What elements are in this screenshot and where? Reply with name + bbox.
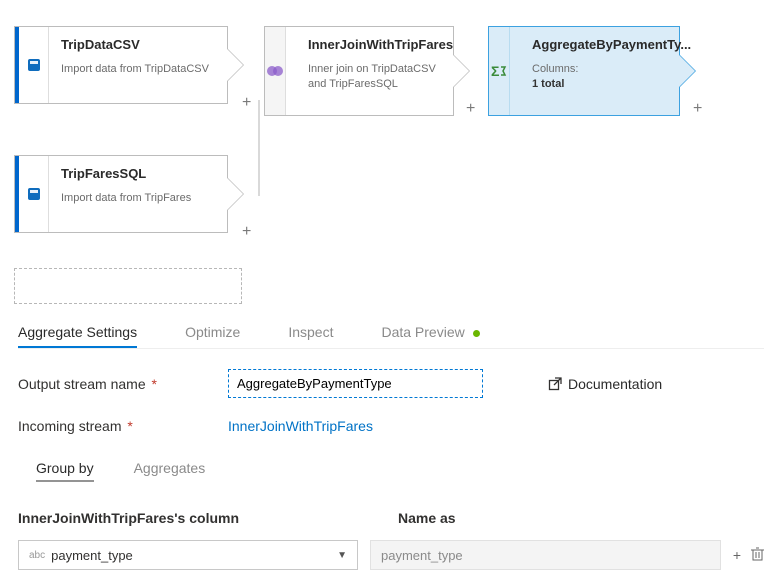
- add-branch-button[interactable]: +: [693, 100, 702, 118]
- source-icon: [15, 156, 49, 232]
- name-as-value: payment_type: [381, 548, 463, 563]
- node-tripdatacsv[interactable]: TripDataCSV Import data from TripDataCSV: [14, 26, 228, 104]
- external-link-icon: [548, 377, 562, 391]
- aggregate-icon: Σ: [489, 27, 510, 115]
- incoming-stream-label: Incoming stream *: [18, 418, 228, 434]
- arrow-right-icon: [679, 55, 695, 87]
- subtab-group-by[interactable]: Group by: [36, 456, 94, 482]
- config-panel: Aggregate Settings Optimize Inspect Data…: [18, 318, 764, 570]
- node-subtitle: Inner join on TripDataCSV and TripFaresS…: [308, 62, 453, 92]
- arrow-right-icon: [227, 178, 243, 210]
- subtab-aggregates[interactable]: Aggregates: [134, 456, 206, 482]
- node-subtitle: Import data from TripFares: [61, 191, 215, 206]
- arrow-right-icon: [227, 49, 243, 81]
- add-branch-button[interactable]: +: [242, 223, 251, 241]
- node-subtitle: Import data from TripDataCSV: [61, 62, 215, 77]
- type-badge: abc: [29, 550, 45, 561]
- incoming-stream-link[interactable]: InnerJoinWithTripFares: [228, 418, 373, 434]
- connector-line: [258, 100, 260, 196]
- chevron-down-icon: ▼: [337, 550, 347, 561]
- config-tabs: Aggregate Settings Optimize Inspect Data…: [18, 318, 764, 349]
- node-title: AggregateByPaymentTy...: [532, 37, 691, 52]
- add-branch-button[interactable]: +: [242, 94, 251, 112]
- name-as-field[interactable]: payment_type: [370, 540, 721, 570]
- node-title: InnerJoinWithTripFares: [308, 37, 453, 52]
- tab-data-preview-label: Data Preview: [381, 324, 464, 340]
- node-columns-label: Columns:: [532, 62, 691, 77]
- tab-data-preview[interactable]: Data Preview: [381, 318, 479, 348]
- output-stream-input[interactable]: [228, 369, 483, 398]
- dataflow-canvas[interactable]: TripDataCSV Import data from TripDataCSV…: [0, 0, 782, 260]
- source-column-value: payment_type: [51, 548, 133, 563]
- source-icon: [15, 27, 49, 103]
- node-columns-count: 1 total: [532, 77, 691, 92]
- column-header-source: InnerJoinWithTripFares's column: [18, 510, 398, 526]
- node-innerjoin[interactable]: InnerJoinWithTripFares Inner join on Tri…: [264, 26, 454, 116]
- arrow-right-icon: [453, 55, 469, 87]
- node-title: TripFaresSQL: [61, 166, 215, 181]
- add-branch-button[interactable]: +: [466, 100, 475, 118]
- tab-inspect[interactable]: Inspect: [288, 318, 333, 348]
- tab-aggregate-settings[interactable]: Aggregate Settings: [18, 318, 137, 348]
- documentation-link[interactable]: Documentation: [548, 376, 662, 392]
- node-title: TripDataCSV: [61, 37, 215, 52]
- join-icon: [265, 27, 286, 115]
- node-tripfaressql[interactable]: TripFaresSQL Import data from TripFares: [14, 155, 228, 233]
- sub-tabs: Group by Aggregates: [36, 456, 764, 482]
- drop-zone[interactable]: [14, 268, 242, 304]
- svg-text:Σ: Σ: [491, 63, 499, 79]
- source-column-select[interactable]: abc payment_type ▼: [18, 540, 358, 570]
- documentation-label: Documentation: [568, 376, 662, 392]
- trash-icon: [751, 547, 764, 561]
- add-row-button[interactable]: +: [733, 547, 741, 564]
- delete-row-button[interactable]: [751, 547, 764, 564]
- tab-optimize[interactable]: Optimize: [185, 318, 240, 348]
- status-dot-icon: [473, 330, 480, 337]
- output-stream-label: Output stream name *: [18, 376, 228, 392]
- column-header-name-as: Name as: [398, 510, 764, 526]
- node-aggregate[interactable]: Σ AggregateByPaymentTy... Columns: 1 tot…: [488, 26, 680, 116]
